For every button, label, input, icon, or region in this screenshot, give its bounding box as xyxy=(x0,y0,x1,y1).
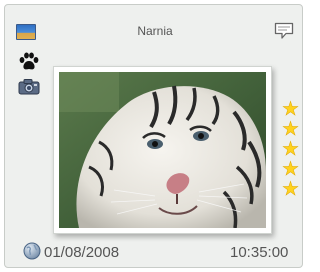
album-photo-icon[interactable] xyxy=(16,24,36,40)
star-icon[interactable]: ★ xyxy=(282,139,300,160)
photo-frame[interactable] xyxy=(53,66,272,234)
rating-stars[interactable]: ★ ★ ★ ★ ★ xyxy=(282,99,300,200)
tiger-photo[interactable] xyxy=(59,72,266,228)
album-title: Narnia xyxy=(137,24,173,38)
star-icon[interactable]: ★ xyxy=(282,119,300,140)
star-icon[interactable]: ★ xyxy=(282,99,300,120)
globe-icon xyxy=(23,242,41,260)
photo-date: 01/08/2008 xyxy=(44,244,120,261)
paw-print-icon xyxy=(18,52,40,72)
speech-bubble-icon[interactable] xyxy=(274,22,294,40)
star-icon[interactable]: ★ xyxy=(282,179,300,200)
star-icon[interactable]: ★ xyxy=(282,159,300,180)
photo-time: 10:35:00 xyxy=(230,244,289,261)
camera-icon xyxy=(18,78,40,95)
